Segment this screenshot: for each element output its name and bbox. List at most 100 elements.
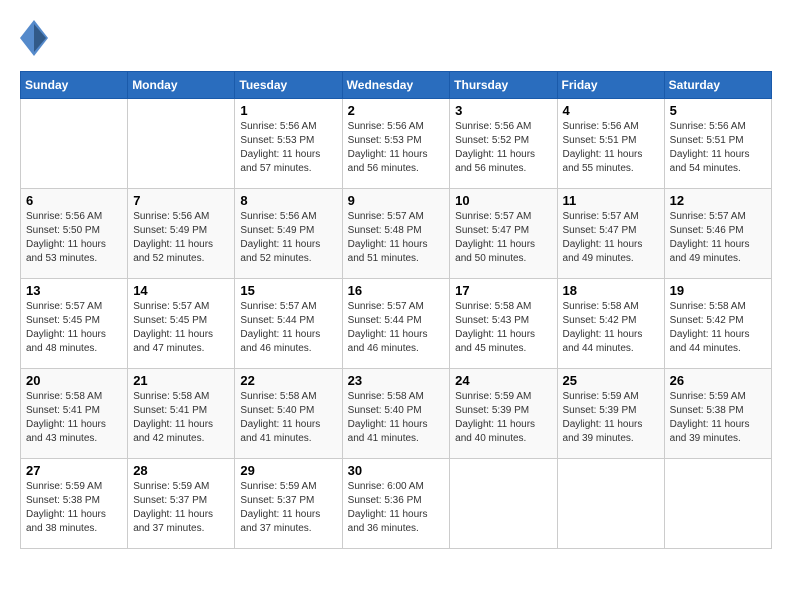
day-number: 5 <box>670 103 766 118</box>
day-number: 27 <box>26 463 122 478</box>
calendar-cell: 7Sunrise: 5:56 AM Sunset: 5:49 PM Daylig… <box>128 189 235 279</box>
day-info: Sunrise: 5:56 AM Sunset: 5:51 PM Dayligh… <box>670 120 766 176</box>
week-row-3: 13Sunrise: 5:57 AM Sunset: 5:45 PM Dayli… <box>21 279 772 369</box>
weekday-header-thursday: Thursday <box>450 72 557 99</box>
day-number: 25 <box>563 373 659 388</box>
day-number: 30 <box>348 463 445 478</box>
week-row-4: 20 Sunrise: 5:58 AM Sunset: 5:41 PM Dayli… <box>21 369 772 459</box>
calendar-cell: 3 Sunrise: 5:56 AM Sunset: 5:52 PM Daylig… <box>450 99 557 189</box>
day-info: Sunrise: 5:58 AM Sunset: 5:42 PM Dayligh… <box>563 300 659 356</box>
day-info: Sunrise: 5:59 AM Sunset: 5:39 PM Dayligh… <box>455 390 551 446</box>
weekday-header-sunday: Sunday <box>21 72 128 99</box>
day-number: 8 <box>240 193 336 208</box>
day-info: Sunrise: 5:57 AM Sunset: 5:44 PM Dayligh… <box>348 300 445 356</box>
calendar-body: 1 Sunrise: 5:56 AM Sunset: 5:53 PM Daylig… <box>21 99 772 549</box>
calendar-cell: 16 Sunrise: 5:57 AM Sunset: 5:44 PM Dayli… <box>342 279 450 369</box>
day-number: 29 <box>240 463 336 478</box>
calendar-table: SundayMondayTuesdayWednesdayThursdayFrid… <box>20 71 772 549</box>
day-number: 24 <box>455 373 551 388</box>
day-info: Sunrise: 5:59 AM Sunset: 5:37 PM Dayligh… <box>240 480 336 536</box>
day-info: Sunrise: 5:56 AM Sunset: 5:49 PM Dayligh… <box>240 210 336 266</box>
day-info: Sunrise: 5:59 AM Sunset: 5:39 PM Dayligh… <box>563 390 659 446</box>
day-info: Sunrise: 5:58 AM Sunset: 5:40 PM Dayligh… <box>240 390 336 446</box>
day-number: 11 <box>563 193 659 208</box>
day-number: 16 <box>348 283 445 298</box>
day-number: 15 <box>240 283 336 298</box>
day-number: 17 <box>455 283 551 298</box>
weekday-header-tuesday: Tuesday <box>235 72 342 99</box>
day-info: Sunrise: 5:57 AM Sunset: 5:46 PM Dayligh… <box>670 210 766 266</box>
calendar-cell: 10Sunrise: 5:57 AM Sunset: 5:47 PM Dayli… <box>450 189 557 279</box>
calendar-cell: 11Sunrise: 5:57 AM Sunset: 5:47 PM Dayli… <box>557 189 664 279</box>
calendar-cell: 5 Sunrise: 5:56 AM Sunset: 5:51 PM Daylig… <box>664 99 771 189</box>
day-info: Sunrise: 5:57 AM Sunset: 5:45 PM Dayligh… <box>26 300 122 356</box>
day-number: 21 <box>133 373 229 388</box>
day-info: Sunrise: 5:58 AM Sunset: 5:43 PM Dayligh… <box>455 300 551 356</box>
calendar-cell: 25 Sunrise: 5:59 AM Sunset: 5:39 PM Dayli… <box>557 369 664 459</box>
day-number: 12 <box>670 193 766 208</box>
calendar-cell: 17 Sunrise: 5:58 AM Sunset: 5:43 PM Dayli… <box>450 279 557 369</box>
day-info: Sunrise: 6:00 AM Sunset: 5:36 PM Dayligh… <box>348 480 445 536</box>
calendar-cell: 1 Sunrise: 5:56 AM Sunset: 5:53 PM Daylig… <box>235 99 342 189</box>
weekday-header-monday: Monday <box>128 72 235 99</box>
day-info: Sunrise: 5:59 AM Sunset: 5:37 PM Dayligh… <box>133 480 229 536</box>
calendar-cell: 15 Sunrise: 5:57 AM Sunset: 5:44 PM Dayli… <box>235 279 342 369</box>
calendar-cell: 21 Sunrise: 5:58 AM Sunset: 5:41 PM Dayli… <box>128 369 235 459</box>
week-row-1: 1 Sunrise: 5:56 AM Sunset: 5:53 PM Daylig… <box>21 99 772 189</box>
day-info: Sunrise: 5:56 AM Sunset: 5:51 PM Dayligh… <box>563 120 659 176</box>
weekday-header-row: SundayMondayTuesdayWednesdayThursdayFrid… <box>21 72 772 99</box>
week-row-5: 27 Sunrise: 5:59 AM Sunset: 5:38 PM Dayli… <box>21 459 772 549</box>
week-row-2: 6 Sunrise: 5:56 AM Sunset: 5:50 PM Daylig… <box>21 189 772 279</box>
day-number: 22 <box>240 373 336 388</box>
calendar-cell: 18 Sunrise: 5:58 AM Sunset: 5:42 PM Dayli… <box>557 279 664 369</box>
day-number: 14 <box>133 283 229 298</box>
page-header <box>20 20 772 61</box>
logo-icon <box>20 20 48 61</box>
calendar-cell <box>557 459 664 549</box>
day-info: Sunrise: 5:57 AM Sunset: 5:44 PM Dayligh… <box>240 300 336 356</box>
day-number: 6 <box>26 193 122 208</box>
calendar-cell: 26 Sunrise: 5:59 AM Sunset: 5:38 PM Dayli… <box>664 369 771 459</box>
day-info: Sunrise: 5:57 AM Sunset: 5:45 PM Dayligh… <box>133 300 229 356</box>
day-info: Sunrise: 5:56 AM Sunset: 5:50 PM Dayligh… <box>26 210 122 266</box>
day-number: 18 <box>563 283 659 298</box>
calendar-cell: 14 Sunrise: 5:57 AM Sunset: 5:45 PM Dayli… <box>128 279 235 369</box>
calendar-cell: 19 Sunrise: 5:58 AM Sunset: 5:42 PM Dayli… <box>664 279 771 369</box>
calendar-cell: 6 Sunrise: 5:56 AM Sunset: 5:50 PM Daylig… <box>21 189 128 279</box>
day-info: Sunrise: 5:59 AM Sunset: 5:38 PM Dayligh… <box>670 390 766 446</box>
weekday-header-saturday: Saturday <box>664 72 771 99</box>
calendar-cell <box>664 459 771 549</box>
day-number: 7 <box>133 193 229 208</box>
day-number: 4 <box>563 103 659 118</box>
calendar-cell: 4 Sunrise: 5:56 AM Sunset: 5:51 PM Daylig… <box>557 99 664 189</box>
day-info: Sunrise: 5:58 AM Sunset: 5:41 PM Dayligh… <box>26 390 122 446</box>
calendar-cell: 2 Sunrise: 5:56 AM Sunset: 5:53 PM Daylig… <box>342 99 450 189</box>
calendar-cell: 13Sunrise: 5:57 AM Sunset: 5:45 PM Dayli… <box>21 279 128 369</box>
day-info: Sunrise: 5:56 AM Sunset: 5:52 PM Dayligh… <box>455 120 551 176</box>
day-info: Sunrise: 5:59 AM Sunset: 5:38 PM Dayligh… <box>26 480 122 536</box>
day-number: 3 <box>455 103 551 118</box>
calendar-cell: 23Sunrise: 5:58 AM Sunset: 5:40 PM Dayli… <box>342 369 450 459</box>
day-info: Sunrise: 5:56 AM Sunset: 5:53 PM Dayligh… <box>240 120 336 176</box>
calendar-cell <box>21 99 128 189</box>
day-number: 26 <box>670 373 766 388</box>
day-info: Sunrise: 5:58 AM Sunset: 5:40 PM Dayligh… <box>348 390 445 446</box>
day-info: Sunrise: 5:58 AM Sunset: 5:41 PM Dayligh… <box>133 390 229 446</box>
day-number: 1 <box>240 103 336 118</box>
day-number: 20 <box>26 373 122 388</box>
calendar-cell: 9 Sunrise: 5:57 AM Sunset: 5:48 PM Daylig… <box>342 189 450 279</box>
day-info: Sunrise: 5:57 AM Sunset: 5:48 PM Dayligh… <box>348 210 445 266</box>
calendar-cell: 24 Sunrise: 5:59 AM Sunset: 5:39 PM Dayli… <box>450 369 557 459</box>
calendar-cell: 27 Sunrise: 5:59 AM Sunset: 5:38 PM Dayli… <box>21 459 128 549</box>
day-number: 28 <box>133 463 229 478</box>
day-info: Sunrise: 5:56 AM Sunset: 5:53 PM Dayligh… <box>348 120 445 176</box>
calendar-cell <box>450 459 557 549</box>
day-number: 2 <box>348 103 445 118</box>
day-number: 19 <box>670 283 766 298</box>
day-info: Sunrise: 5:58 AM Sunset: 5:42 PM Dayligh… <box>670 300 766 356</box>
calendar-cell: 29 Sunrise: 5:59 AM Sunset: 5:37 PM Dayli… <box>235 459 342 549</box>
calendar-cell: 12 Sunrise: 5:57 AM Sunset: 5:46 PM Dayli… <box>664 189 771 279</box>
day-number: 9 <box>348 193 445 208</box>
calendar-cell: 30 Sunrise: 6:00 AM Sunset: 5:36 PM Dayli… <box>342 459 450 549</box>
day-info: Sunrise: 5:57 AM Sunset: 5:47 PM Dayligh… <box>455 210 551 266</box>
